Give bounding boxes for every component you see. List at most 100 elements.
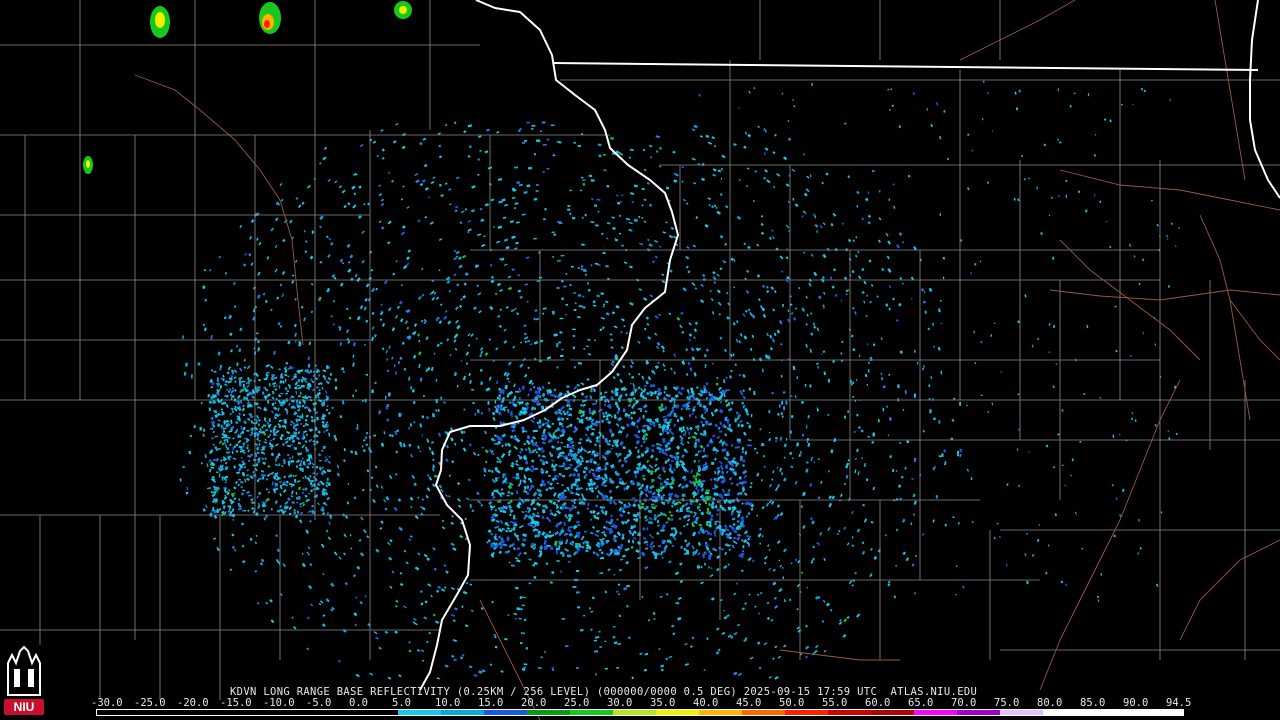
echo-pixel — [560, 570, 563, 573]
echo-pixel — [294, 478, 297, 483]
echo-pixel — [580, 268, 584, 271]
echo-pixel — [590, 179, 595, 182]
echo-pixel — [546, 480, 551, 484]
echo-pixel — [544, 651, 547, 653]
echo-pixel — [589, 607, 591, 610]
echo-pixel — [604, 411, 608, 415]
echo-pixel — [802, 434, 804, 437]
echo-pixel — [567, 453, 570, 456]
echo-pixel — [560, 441, 564, 444]
echo-pixel — [897, 384, 900, 389]
echo-pixel — [588, 409, 592, 415]
echo-pixel — [580, 176, 584, 179]
echo-pixel — [943, 449, 946, 453]
echo-pixel — [598, 154, 602, 158]
echo-pixel — [860, 429, 864, 433]
echo-pixel — [518, 467, 524, 470]
echo-pixel — [374, 381, 377, 385]
echo-pixel — [563, 285, 567, 288]
echo-pixel — [527, 166, 532, 170]
echo-pixel — [750, 413, 753, 418]
echo-pixel — [809, 384, 812, 388]
echo-pixel — [651, 485, 655, 488]
echo-pixel — [565, 645, 569, 648]
echo-pixel — [597, 470, 601, 473]
echo-pixel — [318, 389, 321, 392]
echo-pixel — [867, 435, 870, 438]
echo-pixel — [561, 348, 564, 351]
echo-pixel — [413, 401, 416, 404]
echo-pixel — [545, 461, 549, 464]
echo-pixel — [400, 413, 403, 416]
echo-pixel — [959, 448, 963, 453]
echo-pixel — [210, 386, 214, 389]
echo-pixel — [590, 198, 594, 200]
echo-pixel — [562, 552, 565, 557]
echo-pixel — [697, 440, 701, 443]
echo-pixel — [522, 385, 525, 390]
echo-pixel — [933, 417, 936, 420]
echo-pixel — [790, 395, 793, 398]
echo-pixel — [532, 429, 538, 433]
echo-pixel — [783, 406, 786, 411]
echo-pixel — [715, 382, 719, 386]
echo-pixel — [246, 446, 249, 450]
echo-pixel — [594, 422, 599, 427]
echo-pixel — [711, 393, 714, 397]
echo-pixel — [929, 409, 932, 414]
echo-pixel — [202, 433, 205, 437]
echo-pixel — [443, 401, 446, 404]
echo-pixel — [768, 410, 771, 414]
echo-pixel — [341, 367, 344, 371]
echo-pixel — [906, 440, 909, 444]
echo-pixel — [581, 217, 584, 219]
echo-pixel — [573, 308, 577, 312]
echo-pixel — [551, 571, 555, 574]
echo-pixel — [524, 618, 527, 622]
echo-pixel — [193, 425, 196, 429]
radar-map — [0, 0, 1280, 720]
echo-pixel — [573, 586, 576, 588]
echo-pixel — [334, 378, 338, 382]
echo-pixel — [507, 501, 511, 505]
echo-pixel — [530, 440, 534, 443]
echo-pixel — [498, 542, 501, 545]
echo-pixel — [339, 415, 342, 418]
echo-pixel — [352, 394, 354, 397]
echo-pixel — [660, 529, 665, 532]
echo-pixel — [582, 295, 585, 298]
echo-pixel — [577, 267, 580, 269]
echo-pixel — [677, 419, 679, 422]
echo-pixel — [928, 384, 931, 387]
echo-pixel — [238, 479, 241, 481]
echo-pixel — [286, 362, 289, 365]
echo-pixel — [531, 128, 534, 130]
echo-pixel — [550, 546, 554, 550]
echo-pixel — [228, 390, 230, 393]
echo-pixel — [568, 189, 573, 192]
echo-pixel — [877, 419, 880, 423]
echo-pixel — [734, 418, 737, 423]
echo-pixel — [575, 484, 579, 488]
echo-pixel — [886, 405, 888, 408]
echo-pixel — [657, 545, 662, 548]
echo-pixel — [720, 401, 722, 404]
echo-pixel — [342, 370, 345, 373]
echo-pixel — [618, 477, 623, 481]
echo-pixel — [219, 384, 222, 389]
echo-pixel — [570, 484, 573, 490]
echo-pixel — [556, 560, 560, 562]
echo-pixel — [518, 396, 521, 400]
echo-pixel — [506, 536, 510, 542]
echo-pixel — [725, 376, 728, 379]
echo-pixel — [578, 294, 581, 297]
echo-pixel — [541, 516, 545, 519]
echo-pixel — [716, 508, 720, 512]
echo-pixel — [753, 391, 756, 396]
echo-pixel — [685, 514, 691, 518]
echo-pixel — [593, 639, 598, 642]
echo-pixel — [618, 452, 622, 456]
echo-pixel — [561, 280, 564, 283]
echo-pixel — [534, 396, 538, 399]
echo-pixel — [801, 401, 804, 404]
